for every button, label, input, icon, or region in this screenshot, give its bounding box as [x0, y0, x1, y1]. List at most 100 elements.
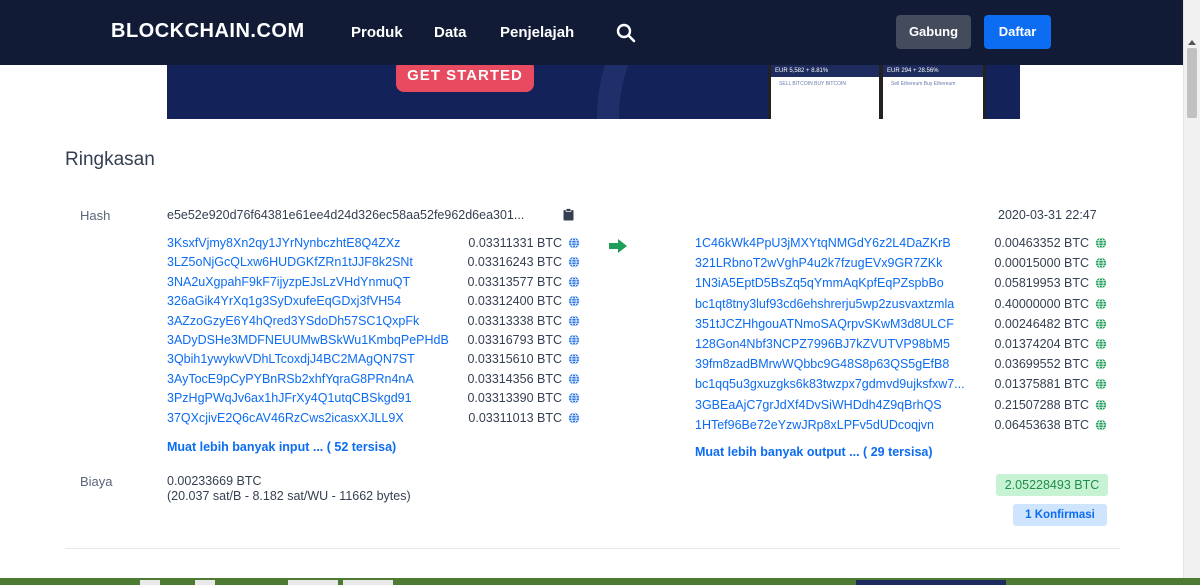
phone-mockup: EUR 294 + 28.56% Sell Ethereum Buy Ether… — [880, 65, 986, 119]
input-row-amount: 0.03311331 BTC — [468, 236, 562, 250]
globe-icon[interactable] — [1095, 418, 1107, 436]
scroll-thumb[interactable] — [1187, 48, 1197, 118]
os-taskbar — [0, 578, 1200, 585]
input-row-amount: 0.03311013 BTC — [468, 410, 562, 425]
globe-icon[interactable] — [568, 333, 580, 351]
transaction-date: 2020-03-31 22:47 — [998, 208, 1097, 222]
input-row: 3KsxfVjmy8Xn2qy1JYrNynbczhtE8Q4ZXz 0.0331… — [167, 236, 580, 254]
globe-icon[interactable] — [1095, 297, 1107, 315]
input-row-amount: 0.03316243 BTC — [467, 255, 562, 270]
nav-item-data[interactable]: Data — [434, 24, 467, 41]
input-row-address-link[interactable]: 37QXcjivE2Q6cAV46RzCws2icasxXJLL9X — [167, 411, 457, 425]
globe-icon[interactable] — [1095, 337, 1107, 355]
nav-item-penjelajah[interactable]: Penjelajah — [500, 24, 574, 41]
globe-icon[interactable] — [568, 294, 580, 312]
output-row-address-link[interactable]: 1N3iA5EptD5BsZq5qYmmAqKpfEqPZspbBo — [695, 276, 987, 290]
section-divider — [65, 548, 1120, 549]
phone-price-bar: EUR 294 + 28.56% — [883, 65, 983, 77]
output-row: 1N3iA5EptD5BsZq5qYmmAqKpfEqPZspbBo 0.0581… — [695, 276, 1107, 294]
output-row-address-link[interactable]: bc1qq5u3gxuzgks6k83twzpx7gdmvd9ujksfxw7.… — [695, 377, 987, 391]
input-row-amount: 0.03312400 BTC — [467, 294, 562, 309]
output-row-address-link[interactable]: 128Gon4Nbf3NCPZ7996BJ7kZVUTVP98bM5 — [695, 337, 987, 351]
section-title: Ringkasan — [65, 149, 155, 170]
input-row-amount: 0.03314356 BTC — [467, 371, 562, 386]
input-row: 3AZzoGzyE6Y4hQred3YSdoDh57SC1QxpFk 0.0331… — [167, 314, 580, 332]
load-more-outputs-link[interactable]: Muat lebih banyak output ... ( 29 tersis… — [695, 445, 933, 459]
input-row-address-link[interactable]: 3KsxfVjmy8Xn2qy1JYrNynbczhtE8Q4ZXz — [167, 236, 457, 250]
confirmation-badge: 1 Konfirmasi — [1013, 504, 1107, 526]
input-row: 3LZ5oNjGcQLxw6HUDGKfZRn1tJJF8k2SNt 0.0331… — [167, 255, 580, 273]
output-row-address-link[interactable]: 1C46kWk4PpU3jMXYtqNMGdY6z2L4DaZKrB — [695, 236, 987, 250]
fee-detail: (20.037 sat/B - 8.182 sat/WU - 11662 byt… — [167, 489, 411, 503]
input-row-amount: 0.03315610 BTC — [467, 352, 562, 367]
input-row-address-link[interactable]: 3NA2uXgpahF9kF7ijyzpEJsLzVHdYnmuQT — [167, 275, 457, 289]
taskbar-item[interactable] — [288, 580, 338, 585]
nav-item-produk[interactable]: Produk — [351, 24, 403, 41]
input-row-address-link[interactable]: 3Qbih1ywykwVDhLTcoxdjJ4BC2MAgQN7ST — [167, 352, 457, 366]
blockchain-logo[interactable]: BLOCKCHAIN.COM — [111, 20, 305, 43]
globe-icon[interactable] — [1095, 398, 1107, 416]
output-row: 1HTef96Be72eYzwJRp8xLPFv5dUDcoqjvn 0.0645… — [695, 418, 1107, 436]
output-row: 321LRbnoT2wVghP4u2k7fzugEVx9GR7ZKk 0.0001… — [695, 256, 1107, 274]
taskbar-item[interactable] — [140, 580, 160, 585]
input-row-amount: 0.03316793 BTC — [467, 333, 562, 347]
output-row-amount: 0.00246482 BTC — [994, 316, 1089, 331]
output-row-amount: 0.40000000 BTC — [994, 296, 1089, 311]
input-row: 3Qbih1ywykwVDhLTcoxdjJ4BC2MAgQN7ST 0.0331… — [167, 352, 580, 370]
output-row-amount: 0.21507288 BTC — [994, 397, 1089, 412]
taskbar-item[interactable] — [856, 580, 1006, 585]
input-row-amount: 0.03313577 BTC — [467, 274, 562, 289]
page-scrollbar[interactable] — [1183, 0, 1200, 578]
globe-icon[interactable] — [568, 314, 580, 332]
output-row: 128Gon4Nbf3NCPZ7996BJ7kZVUTVP98bM5 0.0137… — [695, 337, 1107, 355]
globe-icon[interactable] — [1095, 276, 1107, 294]
output-row: 351tJCZHhgouATNmoSAQrpvSKwM3d8ULCF 0.0024… — [695, 317, 1107, 335]
signup-button[interactable]: Daftar — [984, 15, 1051, 49]
globe-icon[interactable] — [568, 275, 580, 293]
input-row-address-link[interactable]: 326aGik4YrXq1g3SyDxufeEqGDxj3fVH54 — [167, 294, 457, 308]
globe-icon[interactable] — [568, 391, 580, 409]
transaction-hash: e5e52e920d76f64381e61ee4d24d326ec58aa52f… — [167, 208, 525, 222]
globe-icon[interactable] — [1095, 317, 1107, 335]
input-row: 3AyTocE9pCyPYBnRSb2xhfYqraG8PRn4nA 0.0331… — [167, 372, 580, 390]
promo-banner: GET STARTED EUR 5,582 + 8.81% SELL BITCO… — [167, 65, 1020, 119]
output-row: 3GBEaAjC7grJdXf4DvSiWHDdh4Z9qBrhQS 0.2150… — [695, 398, 1107, 416]
phone-links: SELL BITCOIN BUY BITCOIN — [779, 81, 846, 87]
globe-icon[interactable] — [1095, 256, 1107, 274]
globe-icon[interactable] — [568, 255, 580, 273]
load-more-inputs-link[interactable]: Muat lebih banyak input ... ( 52 tersisa… — [167, 440, 396, 454]
phone-links: Sell Ethereum Buy Ethereum — [891, 81, 956, 87]
get-started-button[interactable]: GET STARTED — [396, 65, 534, 92]
output-row-address-link[interactable]: 351tJCZHhgouATNmoSAQrpvSKwM3d8ULCF — [695, 317, 987, 331]
input-row-address-link[interactable]: 3PzHgPWqJv6ax1hJFrXy4Q1utqCBSkgd91 — [167, 391, 457, 405]
phone-price-bar: EUR 5,582 + 8.81% — [771, 65, 879, 77]
globe-icon[interactable] — [568, 236, 580, 254]
output-row-address-link[interactable]: 321LRbnoT2wVghP4u2k7fzugEVx9GR7ZKk — [695, 256, 987, 270]
globe-icon[interactable] — [568, 372, 580, 390]
login-button[interactable]: Gabung — [896, 15, 971, 49]
clipboard-icon[interactable] — [563, 208, 574, 226]
input-row-address-link[interactable]: 3AZzoGzyE6Y4hQred3YSdoDh57SC1QxpFk — [167, 314, 457, 328]
output-row-amount: 0.06453638 BTC — [994, 417, 1089, 432]
input-row-address-link[interactable]: 3ADyDSHe3MDFNEUUMwBSkWu1KmbqPePHdB — [167, 333, 457, 347]
globe-icon[interactable] — [568, 352, 580, 370]
output-row-address-link[interactable]: 39fm8zadBMrwWQbbc9G48S8p63QS5gEfB8 — [695, 357, 987, 371]
input-row-address-link[interactable]: 3LZ5oNjGcQLxw6HUDGKfZRn1tJJF8k2SNt — [167, 255, 457, 269]
input-row-address-link[interactable]: 3AyTocE9pCyPYBnRSb2xhfYqraG8PRn4nA — [167, 372, 457, 386]
globe-icon[interactable] — [1095, 236, 1107, 254]
top-navbar: BLOCKCHAIN.COM Produk Data Penjelajah Ga… — [0, 0, 1200, 65]
output-row-address-link[interactable]: 1HTef96Be72eYzwJRp8xLPFv5dUDcoqjvn — [695, 418, 987, 432]
input-row: 37QXcjivE2Q6cAV46RzCws2icasxXJLL9X 0.0331… — [167, 411, 580, 429]
fee-value: 0.00233669 BTC — [167, 474, 262, 488]
globe-icon[interactable] — [1095, 377, 1107, 395]
taskbar-item[interactable] — [195, 580, 215, 585]
output-row-amount: 0.01374204 BTC — [994, 337, 1089, 351]
taskbar-item[interactable] — [343, 580, 393, 585]
search-icon[interactable] — [616, 23, 636, 48]
output-row: bc1qt8tny3luf93cd6ehshrerju5wp2zusvaxtzm… — [695, 297, 1107, 315]
scroll-up-arrow-icon[interactable] — [1188, 40, 1196, 45]
globe-icon[interactable] — [1095, 357, 1107, 375]
output-row-address-link[interactable]: bc1qt8tny3luf93cd6ehshrerju5wp2zusvaxtzm… — [695, 297, 987, 311]
globe-icon[interactable] — [568, 411, 580, 429]
output-row-address-link[interactable]: 3GBEaAjC7grJdXf4DvSiWHDdh4Z9qBrhQS — [695, 398, 987, 412]
